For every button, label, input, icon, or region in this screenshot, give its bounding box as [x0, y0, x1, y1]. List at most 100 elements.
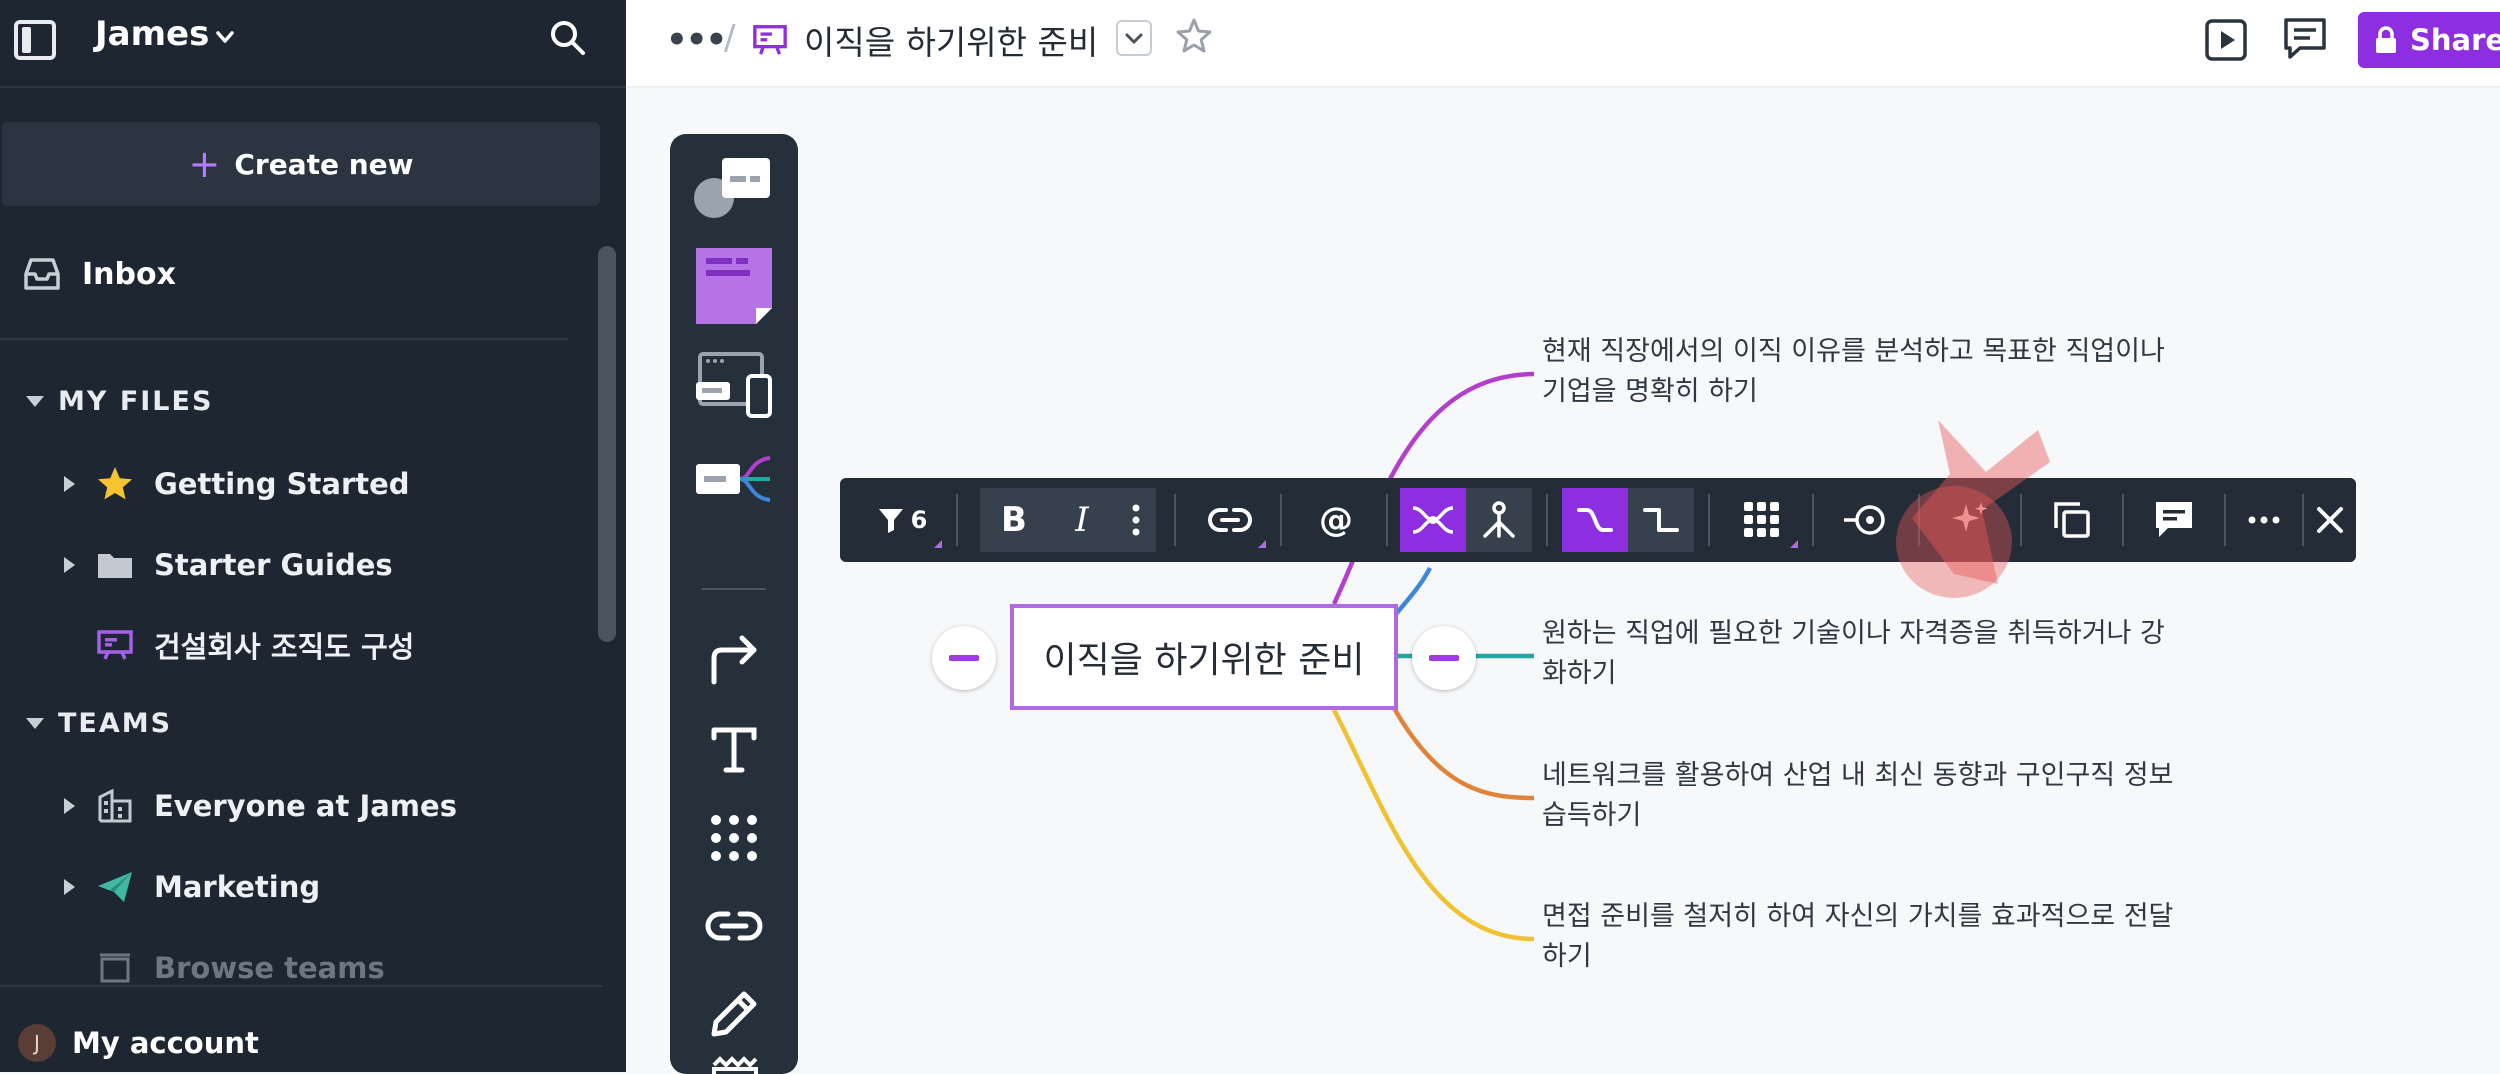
wireframe-tool-button[interactable] — [690, 344, 778, 424]
color-grid-button[interactable] — [1724, 488, 1800, 552]
divider — [1546, 494, 1548, 546]
collapse-right-button[interactable] — [1412, 626, 1476, 690]
divider — [956, 494, 958, 546]
close-icon — [2317, 507, 2343, 533]
mention-label: @ — [1319, 500, 1353, 540]
sidebar-item-starter-guides[interactable]: Starter Guides — [0, 537, 590, 593]
search-icon[interactable] — [548, 18, 588, 58]
frame-icon — [712, 1056, 758, 1074]
mention-button[interactable]: @ — [1298, 488, 1374, 552]
link-button[interactable] — [1192, 488, 1268, 552]
sidebar-item-label: Browse teams — [154, 951, 385, 985]
branch-topic[interactable]: 원하는 직업에 필요한 기술이나 자격증을 취득하거나 강화하기 — [1542, 614, 2182, 694]
more-tools-button[interactable] — [690, 798, 778, 878]
folder-icon — [98, 554, 132, 578]
tree-layout-button[interactable] — [1466, 488, 1532, 552]
board-canvas[interactable]: 이직을 하기위한 준비 현재 직장에서의 이직 이유를 분석하고 목표한 직업이… — [626, 90, 2500, 1074]
link-tool-button[interactable] — [690, 886, 778, 966]
present-icon[interactable] — [2204, 18, 2248, 62]
branch-topic[interactable]: 현재 직장에서의 이직 이유를 분석하고 목표한 직업이나 기업을 명확히 하기 — [1542, 332, 2182, 412]
text-tool-button[interactable] — [690, 710, 778, 790]
comments-icon[interactable] — [2282, 16, 2328, 62]
board-menu-dropdown[interactable] — [1116, 20, 1152, 56]
caret-down-icon — [26, 396, 44, 407]
mindmap-icon — [696, 456, 771, 502]
avatar: J — [18, 1024, 56, 1062]
sidebar-toggle-icon[interactable] — [14, 20, 56, 60]
board-icon — [97, 630, 133, 660]
plus-icon: + — [188, 142, 221, 186]
my-account-button[interactable]: J My account — [18, 1024, 259, 1062]
central-topic[interactable]: 이직을 하기위한 준비 — [1010, 604, 1398, 710]
shapes-tool-button[interactable] — [690, 148, 778, 228]
filter-icon — [878, 509, 903, 533]
share-button[interactable]: Share — [2358, 12, 2500, 68]
bold-button[interactable]: B — [984, 488, 1044, 552]
divider — [2224, 494, 2226, 546]
close-toolbar-button[interactable] — [2310, 488, 2350, 552]
my-files-header[interactable]: MY FILES — [26, 386, 213, 417]
ai-assist-button[interactable] — [1932, 488, 2008, 552]
collapse-left-button[interactable] — [932, 626, 996, 690]
branch-topic[interactable]: 면접 준비를 철저히 하여 자신의 가치를 효과적으로 전달하기 — [1542, 897, 2182, 977]
wireframe-icon — [696, 352, 772, 418]
sidebar-item-everyone[interactable]: Everyone at James — [0, 778, 590, 834]
share-label: Share — [2410, 23, 2500, 57]
section-title: MY FILES — [58, 386, 214, 417]
pen-tool-button[interactable] — [690, 974, 778, 1054]
frame-tool-button[interactable] — [690, 1050, 778, 1074]
sidebar-item-marketing[interactable]: Marketing — [0, 859, 590, 915]
branch-topic[interactable]: 네트워크를 활용하여 산업 내 최신 동향과 구인구직 정보 습득하기 — [1542, 756, 2182, 836]
create-new-label: Create new — [234, 147, 414, 181]
sidebar-item-browse-teams[interactable]: Browse teams — [0, 940, 590, 996]
more-options-button[interactable] — [2238, 488, 2290, 552]
connector-tool-button[interactable] — [690, 620, 778, 700]
filter-count: 6 — [910, 506, 928, 534]
board-title[interactable]: 이직을 하기위한 준비 — [804, 16, 1098, 64]
caret-right-icon[interactable] — [64, 798, 75, 814]
caret-right-icon[interactable] — [64, 476, 75, 492]
chevron-down-icon[interactable] — [214, 26, 236, 48]
breadcrumb-separator: / — [724, 18, 736, 58]
duplicate-button[interactable] — [2034, 488, 2110, 552]
bold-label: B — [1001, 500, 1027, 540]
sidebar-item-label: Starter Guides — [154, 548, 393, 582]
divider — [1386, 494, 1388, 546]
teams-header[interactable]: TEAMS — [26, 708, 172, 739]
sticky-note-tool-button[interactable] — [690, 246, 778, 326]
branch-layout-button[interactable] — [1400, 488, 1466, 552]
sidebar-header: James — [0, 0, 626, 88]
duplicate-icon — [2054, 502, 2090, 538]
sidebar-scrollbar[interactable] — [598, 246, 616, 642]
caret-right-icon[interactable] — [64, 879, 75, 895]
italic-button[interactable]: I — [1052, 488, 1112, 552]
star-icon — [98, 467, 132, 500]
more-menu-button[interactable]: ••• — [666, 23, 727, 57]
sidebar-item-inbox[interactable]: Inbox — [22, 248, 582, 300]
divider — [0, 985, 602, 987]
curved-line-button[interactable] — [1562, 488, 1628, 552]
mindmap-layout-icon — [1412, 506, 1454, 534]
comment-button[interactable] — [2136, 488, 2212, 552]
workspace-name[interactable]: James — [95, 14, 209, 54]
pencil-icon — [711, 991, 757, 1037]
star-outline-icon[interactable] — [1174, 16, 1214, 56]
text-more-button[interactable] — [1116, 488, 1156, 552]
comment-icon — [2156, 502, 2192, 537]
elbow-connector-icon — [1643, 508, 1679, 532]
paper-plane-icon — [98, 872, 132, 902]
dropdown-corner-icon — [1790, 540, 1798, 548]
branch-connector — [1392, 706, 1535, 801]
filter-button[interactable]: 6 — [860, 488, 944, 552]
inbox-icon — [24, 258, 60, 290]
mindmap-tool-button[interactable] — [690, 440, 778, 520]
focus-button[interactable] — [1830, 488, 1906, 552]
chevron-down-icon — [1125, 33, 1143, 45]
caret-right-icon[interactable] — [64, 557, 75, 573]
create-new-button[interactable]: + Create new — [2, 122, 600, 206]
elbow-line-button[interactable] — [1628, 488, 1694, 552]
sticky-note-icon — [696, 248, 772, 324]
sidebar-item-getting-started[interactable]: Getting Started — [0, 456, 590, 512]
sidebar-item-board[interactable]: 건설회사 조직도 구성 — [0, 617, 590, 673]
my-account-label: My account — [72, 1026, 259, 1060]
